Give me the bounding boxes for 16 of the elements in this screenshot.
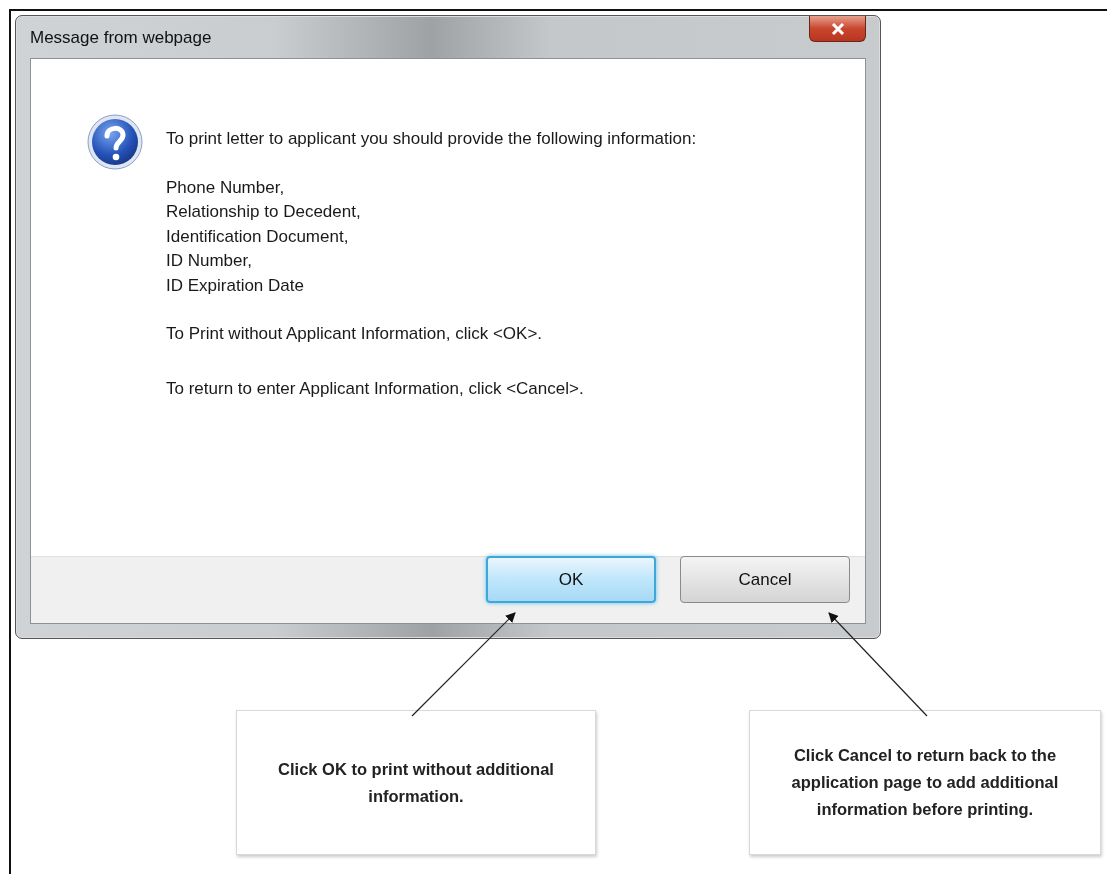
window-title: Message from webpage xyxy=(30,28,212,48)
message-text: To print letter to applicant you should provide the following information: xyxy=(166,128,698,150)
required-field-text: ID Expiration Date xyxy=(166,274,305,297)
required-field-text: Phone Number, xyxy=(166,176,286,199)
required-field-text: Identification Document, xyxy=(166,225,350,248)
instruction-text: To Print without Applicant Information, click <OK>. xyxy=(166,323,544,345)
required-field-text: ID Number, xyxy=(166,250,253,272)
help-question-icon xyxy=(86,112,144,172)
instruction-text: To return to enter Applicant Information, click <Cancel>. xyxy=(166,377,585,400)
close-button[interactable] xyxy=(809,16,866,42)
callout-note: Click Cancel to return back to the application page to add additional information before printing. xyxy=(749,710,1101,855)
dialog-button[interactable]: OK xyxy=(486,556,656,603)
callout-note: Click OK to print without additional information. xyxy=(236,710,596,855)
close-icon xyxy=(830,22,845,35)
required-field-text: Relationship to Decedent, xyxy=(166,201,362,223)
dialog-button[interactable]: Cancel xyxy=(680,556,850,603)
